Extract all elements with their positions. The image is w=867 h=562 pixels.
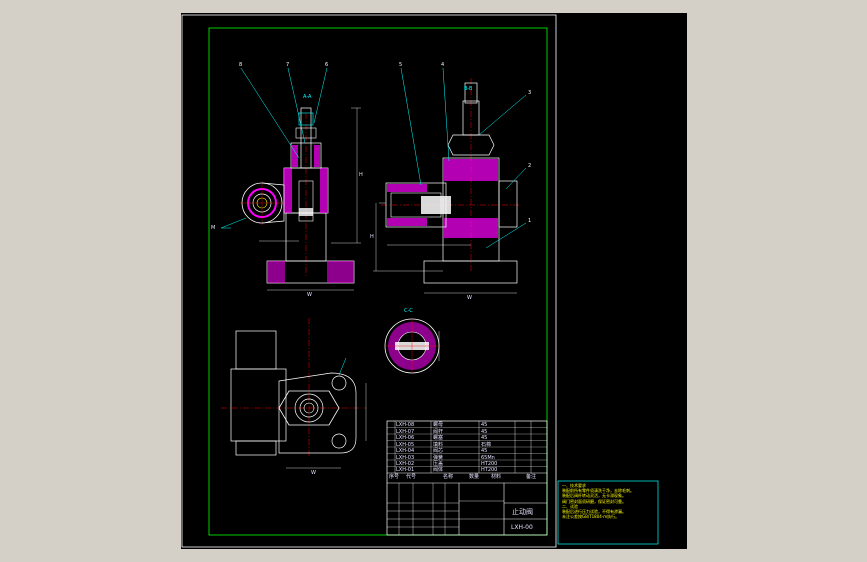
bom-material: 石棉: [481, 441, 492, 448]
tech-line: 未注公差按GB/T1804-m执行。: [562, 514, 620, 520]
dim-side-height: H: [370, 234, 374, 240]
bom-header-cell: 名称: [443, 474, 454, 480]
section-aa-label: A-A: [303, 94, 312, 100]
bom-name: 螺母: [433, 422, 444, 428]
bom-header-cell: 序号: [389, 474, 400, 480]
callout-7: 7: [286, 62, 290, 68]
bom-header-cell: 备注: [526, 474, 537, 480]
bom-code: LXH-01: [396, 467, 415, 473]
inner-frame: [208, 27, 548, 536]
callout-1: 1: [528, 218, 532, 224]
bom-material: 45: [481, 428, 488, 435]
bom-material: 45: [481, 422, 488, 428]
dim-side-width: W: [467, 295, 472, 301]
bom-name: 弹簧: [433, 454, 444, 461]
bom-header-cell: 材料: [491, 474, 502, 480]
bom-material: 45: [481, 435, 488, 441]
bom-name: 填料: [433, 441, 444, 448]
dim-front-width: W: [307, 292, 312, 298]
bom-code: LXH-07: [396, 428, 415, 435]
dim-front-height: H: [359, 172, 363, 178]
bom-code: LXH-03: [396, 454, 415, 461]
bom-name: 阀芯: [433, 448, 444, 454]
dim-plan-width: W: [311, 470, 316, 476]
drawing-code: LXH-00: [511, 524, 533, 531]
outer-frame: [181, 14, 557, 548]
tech-requirements: 一、技术要求 装配前所有零件须清洗干净，去除毛刺。 装配后阀杆转动灵活，无卡滞现…: [562, 483, 656, 545]
drawing-viewport[interactable]: A-A B-B C-C 8 7 6 5 4 3 2 1 W H W H M W …: [181, 13, 687, 549]
callout-6: 6: [325, 62, 329, 68]
section-cc-view: [384, 318, 440, 374]
bom-name: 阀杆: [433, 428, 444, 435]
bom-name: 阀体: [433, 467, 444, 473]
section-bb-label: B-B: [464, 86, 473, 92]
section-cc-label: C-C: [404, 308, 413, 314]
callout-8: 8: [239, 62, 243, 68]
side-view: [373, 67, 527, 294]
bom-code: LXH-05: [396, 441, 415, 448]
plan-view: [221, 318, 367, 469]
bom-material: 45: [481, 448, 488, 454]
bom-code: LXH-06: [396, 435, 415, 441]
callout-3: 3: [528, 90, 532, 96]
bom-material: HT200: [481, 467, 498, 473]
bom-code: LXH-04: [396, 448, 415, 454]
callout-4: 4: [441, 62, 445, 68]
bom-header-cell: 数量: [469, 474, 480, 480]
bom-header-cell: 代号: [406, 474, 417, 480]
bom-code: LXH-08: [396, 422, 415, 428]
dim-thread: M: [211, 225, 216, 231]
callout-5: 5: [399, 62, 403, 68]
drawing-name: 止动阀: [512, 508, 533, 516]
bom-name: 螺塞: [433, 435, 444, 441]
callout-2: 2: [528, 163, 532, 169]
bom-material: 65Mn: [481, 454, 495, 461]
front-view: [220, 67, 361, 291]
